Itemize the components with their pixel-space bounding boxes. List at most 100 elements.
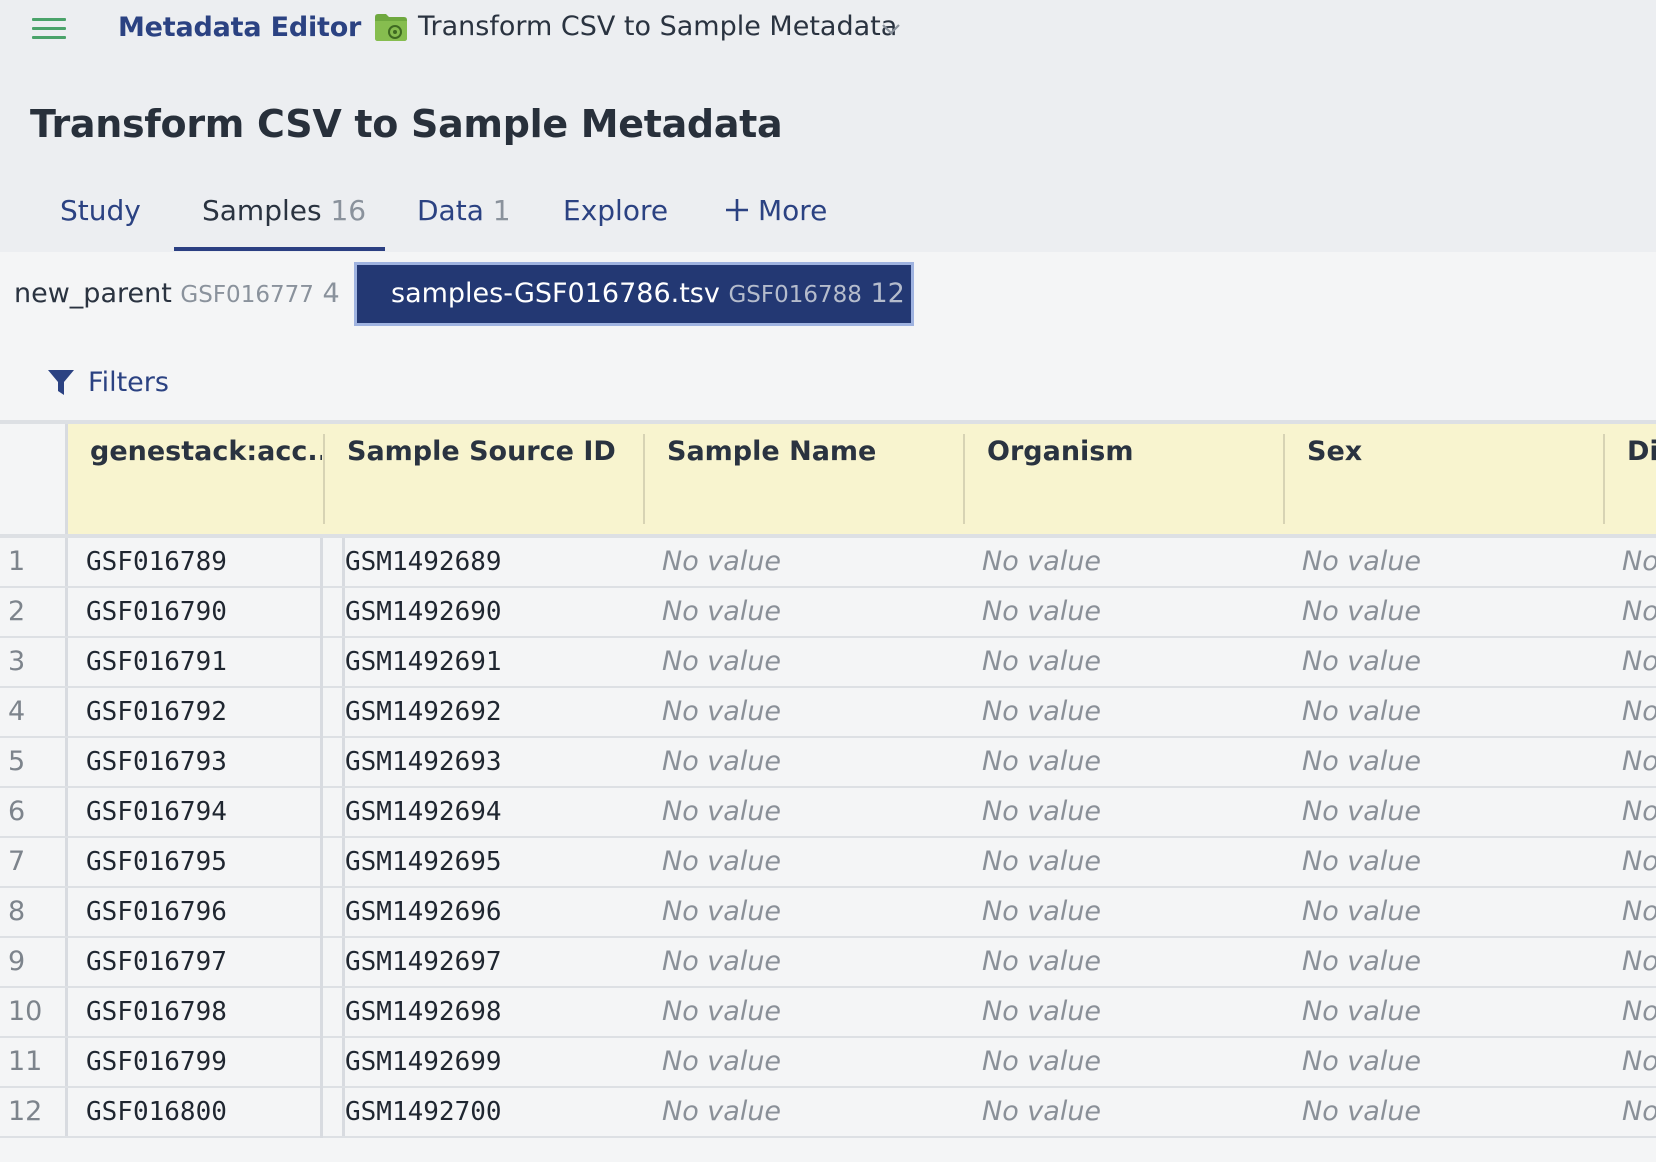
- cell-disease[interactable]: No: [1622, 688, 1656, 736]
- table-row[interactable]: 4 GSF016792 GSM1492692 No value No value No v…: [0, 688, 1656, 738]
- cell-disease[interactable]: No: [1622, 638, 1656, 686]
- column-header-sex[interactable]: Sex: [1285, 424, 1603, 534]
- cell-disease[interactable]: No: [1622, 888, 1656, 936]
- cell-accession[interactable]: GSF016791: [86, 638, 322, 686]
- cell-sex[interactable]: No value: [1302, 638, 1602, 686]
- filters-button[interactable]: Filters: [46, 362, 169, 402]
- cell-sample-source-id[interactable]: GSM1492694: [342, 788, 632, 836]
- dataset-tab-new-parent[interactable]: new_parent GSF016777 4: [14, 262, 340, 326]
- cell-sex[interactable]: No value: [1302, 588, 1602, 636]
- column-header-organism[interactable]: Organism: [965, 424, 1283, 534]
- cell-sex[interactable]: No value: [1302, 1088, 1602, 1136]
- cell-sample-source-id[interactable]: GSM1492691: [342, 638, 632, 686]
- cell-accession[interactable]: GSF016794: [86, 788, 322, 836]
- cell-sample-source-id[interactable]: GSM1492689: [342, 538, 632, 586]
- cell-organism[interactable]: No value: [982, 538, 1282, 586]
- cell-sample-source-id[interactable]: GSM1492690: [342, 588, 632, 636]
- cell-organism[interactable]: No value: [982, 1038, 1282, 1086]
- cell-disease[interactable]: No: [1622, 988, 1656, 1036]
- cell-sample-source-id[interactable]: GSM1492693: [342, 738, 632, 786]
- column-header-sample-source-id[interactable]: Sample Source ID: [325, 424, 643, 534]
- cell-sample-name[interactable]: No value: [662, 638, 962, 686]
- cell-sample-name[interactable]: No value: [662, 538, 962, 586]
- cell-accession[interactable]: GSF016798: [86, 988, 322, 1036]
- cell-organism[interactable]: No value: [982, 638, 1282, 686]
- cell-accession[interactable]: GSF016799: [86, 1038, 322, 1086]
- cell-sample-source-id[interactable]: GSM1492696: [342, 888, 632, 936]
- column-header-accession[interactable]: genestack:acc...: [68, 424, 322, 534]
- cell-organism[interactable]: No value: [982, 1088, 1282, 1136]
- table-row[interactable]: 1 GSF016789 GSM1492689 No value No value No v…: [0, 538, 1656, 588]
- table-row[interactable]: 9 GSF016797 GSM1492697 No value No value No v…: [0, 938, 1656, 988]
- table-row[interactable]: 7 GSF016795 GSM1492695 No value No value No v…: [0, 838, 1656, 888]
- cell-accession[interactable]: GSF016795: [86, 838, 322, 886]
- table-row[interactable]: 8 GSF016796 GSM1492696 No value No value No v…: [0, 888, 1656, 938]
- cell-sex[interactable]: No value: [1302, 888, 1602, 936]
- cell-sample-name[interactable]: No value: [662, 988, 962, 1036]
- cell-disease[interactable]: No: [1622, 838, 1656, 886]
- cell-sample-name[interactable]: No value: [662, 888, 962, 936]
- cell-sample-name[interactable]: No value: [662, 938, 962, 986]
- tab-data[interactable]: Data 1: [417, 194, 511, 227]
- cell-organism[interactable]: No value: [982, 838, 1282, 886]
- cell-sex[interactable]: No value: [1302, 738, 1602, 786]
- cell-sample-name[interactable]: No value: [662, 1038, 962, 1086]
- cell-sample-name[interactable]: No value: [662, 838, 962, 886]
- cell-disease[interactable]: No: [1622, 738, 1656, 786]
- tab-more[interactable]: More: [724, 194, 827, 227]
- table-row[interactable]: 11 GSF016799 GSM1492699 No value No value No …: [0, 1038, 1656, 1088]
- cell-organism[interactable]: No value: [982, 588, 1282, 636]
- tab-study[interactable]: Study: [60, 194, 141, 227]
- cell-accession[interactable]: GSF016789: [86, 538, 322, 586]
- cell-sample-source-id[interactable]: GSM1492698: [342, 988, 632, 1036]
- tab-samples[interactable]: Samples 16: [202, 194, 366, 227]
- cell-accession[interactable]: GSF016793: [86, 738, 322, 786]
- breadcrumb-title[interactable]: Transform CSV to Sample Metadata: [418, 11, 897, 42]
- cell-disease[interactable]: No: [1622, 538, 1656, 586]
- cell-sex[interactable]: No value: [1302, 938, 1602, 986]
- cell-disease[interactable]: No: [1622, 938, 1656, 986]
- cell-sex[interactable]: No value: [1302, 838, 1602, 886]
- table-row[interactable]: 3 GSF016791 GSM1492691 No value No value No v…: [0, 638, 1656, 688]
- cell-sample-source-id[interactable]: GSM1492699: [342, 1038, 632, 1086]
- cell-sample-source-id[interactable]: GSM1492692: [342, 688, 632, 736]
- table-row[interactable]: 12 GSF016800 GSM1492700 No value No value No …: [0, 1088, 1656, 1138]
- app-title[interactable]: Metadata Editor: [118, 12, 361, 43]
- cell-organism[interactable]: No value: [982, 938, 1282, 986]
- cell-accession[interactable]: GSF016790: [86, 588, 322, 636]
- table-row[interactable]: 10 GSF016798 GSM1492698 No value No value No …: [0, 988, 1656, 1038]
- table-row[interactable]: 5 GSF016793 GSM1492693 No value No value No v…: [0, 738, 1656, 788]
- cell-organism[interactable]: No value: [982, 888, 1282, 936]
- cell-disease[interactable]: No: [1622, 1038, 1656, 1086]
- cell-sex[interactable]: No value: [1302, 988, 1602, 1036]
- cell-sex[interactable]: No value: [1302, 538, 1602, 586]
- cell-sample-name[interactable]: No value: [662, 788, 962, 836]
- cell-sample-name[interactable]: No value: [662, 588, 962, 636]
- cell-organism[interactable]: No value: [982, 988, 1282, 1036]
- cell-organism[interactable]: No value: [982, 688, 1282, 736]
- cell-organism[interactable]: No value: [982, 788, 1282, 836]
- cell-accession[interactable]: GSF016792: [86, 688, 322, 736]
- cell-sample-source-id[interactable]: GSM1492695: [342, 838, 632, 886]
- column-header-disease[interactable]: Di: [1605, 424, 1656, 534]
- cell-sample-name[interactable]: No value: [662, 688, 962, 736]
- chevron-down-icon[interactable]: [880, 18, 902, 40]
- dataset-tab-samples-tsv[interactable]: samples-GSF016786.tsv GSF016788 12: [354, 262, 914, 326]
- table-row[interactable]: 2 GSF016790 GSM1492690 No value No value No v…: [0, 588, 1656, 638]
- cell-sample-name[interactable]: No value: [662, 1088, 962, 1136]
- column-header-sample-name[interactable]: Sample Name: [645, 424, 963, 534]
- cell-sex[interactable]: No value: [1302, 1038, 1602, 1086]
- cell-disease[interactable]: No: [1622, 788, 1656, 836]
- hamburger-menu-icon[interactable]: [32, 18, 66, 42]
- cell-sample-name[interactable]: No value: [662, 738, 962, 786]
- cell-sample-source-id[interactable]: GSM1492700: [342, 1088, 632, 1136]
- cell-accession[interactable]: GSF016800: [86, 1088, 322, 1136]
- cell-organism[interactable]: No value: [982, 738, 1282, 786]
- cell-accession[interactable]: GSF016796: [86, 888, 322, 936]
- cell-disease[interactable]: No: [1622, 588, 1656, 636]
- cell-accession[interactable]: GSF016797: [86, 938, 322, 986]
- table-row[interactable]: 6 GSF016794 GSM1492694 No value No value No v…: [0, 788, 1656, 838]
- tab-explore[interactable]: Explore: [563, 194, 668, 227]
- cell-sample-source-id[interactable]: GSM1492697: [342, 938, 632, 986]
- cell-sex[interactable]: No value: [1302, 788, 1602, 836]
